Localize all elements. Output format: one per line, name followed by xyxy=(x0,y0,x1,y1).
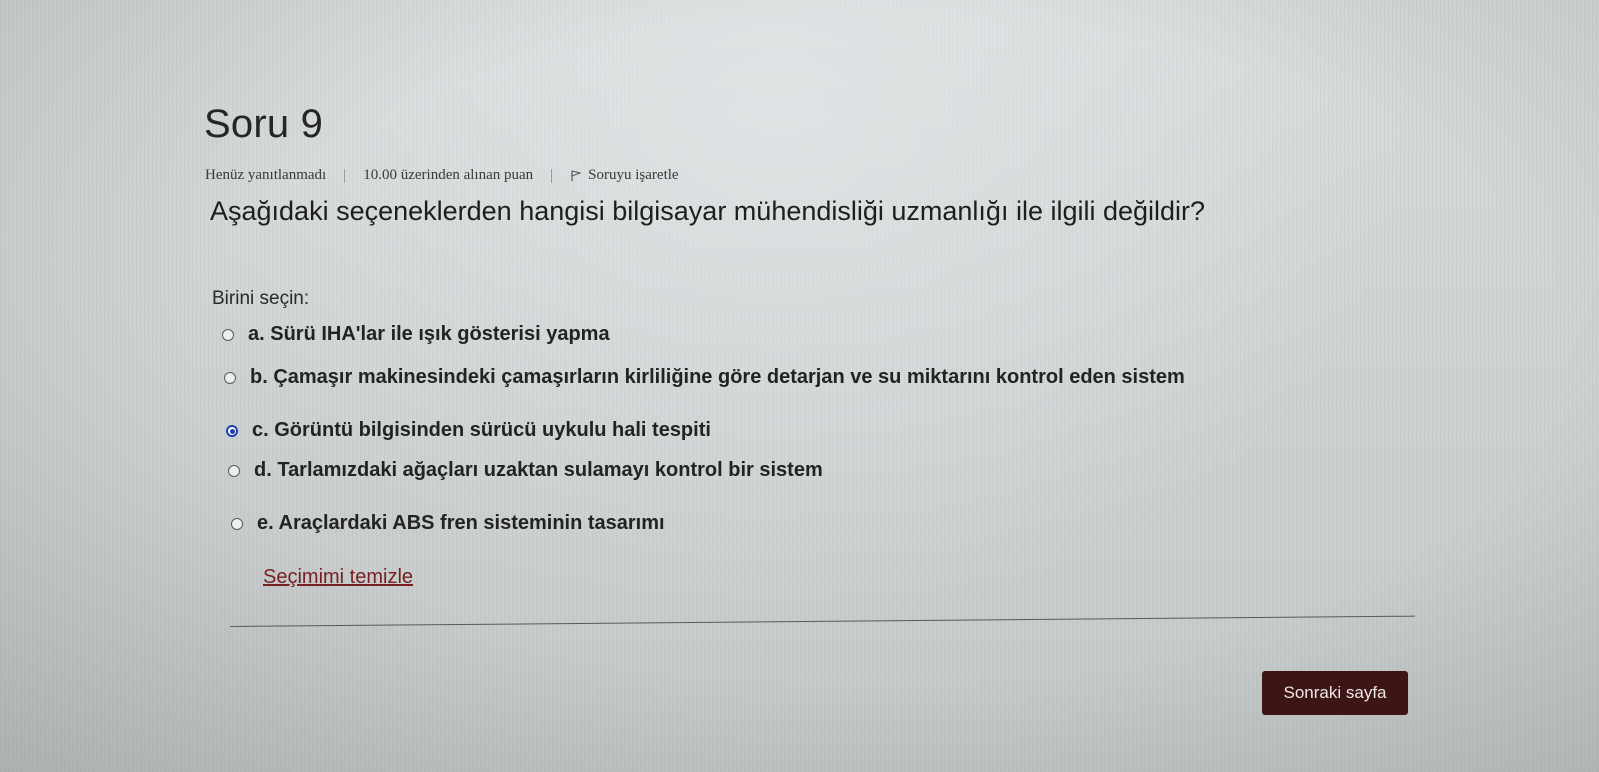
radio-b[interactable] xyxy=(224,371,236,384)
answer-option-label: a. Sürü IHA'lar ile ışık gösterisi yapma xyxy=(248,323,610,345)
clear-choice-link[interactable]: Seçimimi temizle xyxy=(263,566,413,589)
question-text: Aşağıdaki seçeneklerden hangisi bilgisay… xyxy=(210,196,1206,226)
answer-prompt: Birini seçin: xyxy=(212,288,310,309)
answer-option-label: e. Araçlardaki ABS fren sisteminin tasar… xyxy=(257,512,665,534)
next-page-button[interactable]: Sonraki sayfa xyxy=(1262,671,1408,715)
answer-option-label: d. Tarlamızdaki ağaçları uzaktan sulamay… xyxy=(254,459,823,481)
answer-option-d[interactable]: d. Tarlamızdaki ağaçları uzaktan sulamay… xyxy=(228,459,823,482)
answer-option-e[interactable]: e. Araçlardaki ABS fren sisteminin tasar… xyxy=(231,512,665,535)
section-divider xyxy=(229,615,1415,627)
flag-icon xyxy=(570,169,582,182)
radio-e[interactable] xyxy=(231,517,243,530)
info-separator xyxy=(551,168,553,183)
flag-question-link[interactable]: Soruyu işaretle xyxy=(570,167,679,184)
question-points: 10.00 üzerinden alınan puan xyxy=(363,167,534,183)
answer-option-label: b. Çamaşır makinesindeki çamaşırların ki… xyxy=(250,366,1185,388)
question-info: Henüz yanıtlanmadı 10.00 üzerinden alına… xyxy=(205,167,679,184)
question-title: Soru 9 xyxy=(204,102,324,146)
radio-d[interactable] xyxy=(228,464,240,477)
answer-option-a[interactable]: a. Sürü IHA'lar ile ışık gösterisi yapma xyxy=(222,323,610,346)
question-status: Henüz yanıtlanmadı xyxy=(205,167,327,183)
flag-question-label: Soruyu işaretle xyxy=(588,167,679,183)
answer-option-b[interactable]: b. Çamaşır makinesindeki çamaşırların ki… xyxy=(224,366,1185,389)
answer-option-c[interactable]: c. Görüntü bilgisinden sürücü uykulu hal… xyxy=(226,419,711,442)
radio-c[interactable] xyxy=(226,424,238,437)
info-separator xyxy=(344,168,346,183)
radio-a[interactable] xyxy=(222,328,234,341)
answer-option-label: c. Görüntü bilgisinden sürücü uykulu hal… xyxy=(252,419,711,441)
